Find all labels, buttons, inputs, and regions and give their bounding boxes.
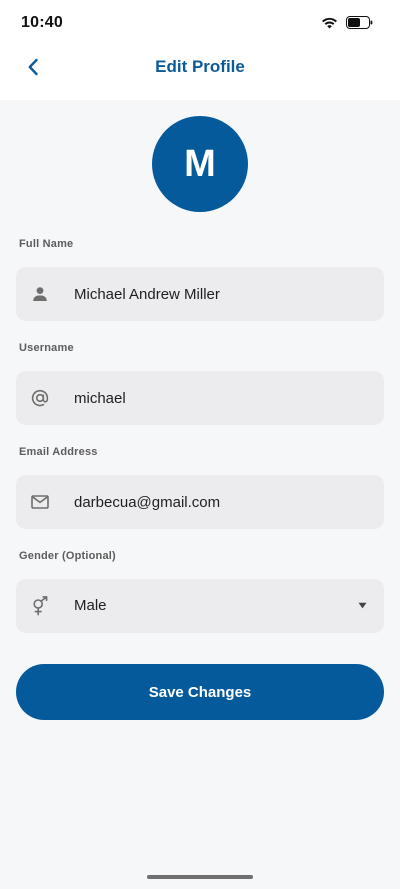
header: Edit Profile <box>0 48 400 100</box>
avatar[interactable]: M <box>152 116 248 212</box>
home-indicator[interactable] <box>147 875 253 879</box>
gender-selected-value: Male <box>74 597 107 614</box>
gender-select[interactable]: Male <box>16 579 384 633</box>
gender-label: Gender (Optional) <box>19 550 116 562</box>
save-changes-button[interactable]: Save Changes <box>16 664 384 720</box>
full-name-input[interactable] <box>74 267 354 321</box>
battery-icon <box>346 16 373 34</box>
save-changes-label: Save Changes <box>148 683 252 701</box>
status-icons <box>321 16 373 34</box>
full-name-label: Full Name <box>19 238 74 250</box>
full-name-field[interactable] <box>16 267 384 321</box>
email-input[interactable] <box>74 475 354 529</box>
status-time: 10:40 <box>21 14 63 31</box>
avatar-initial: M <box>184 142 216 185</box>
at-icon <box>30 388 50 408</box>
username-label: Username <box>19 342 74 354</box>
status-bar: 10:40 <box>0 0 400 48</box>
wifi-icon <box>321 16 338 34</box>
username-input[interactable] <box>74 371 354 425</box>
email-label: Email Address <box>19 446 98 458</box>
gender-icon <box>30 596 50 616</box>
username-field[interactable] <box>16 371 384 425</box>
mail-icon <box>30 492 50 512</box>
person-icon <box>30 284 50 304</box>
page-title: Edit Profile <box>155 57 245 76</box>
caret-down-icon <box>357 600 367 610</box>
email-field[interactable] <box>16 475 384 529</box>
